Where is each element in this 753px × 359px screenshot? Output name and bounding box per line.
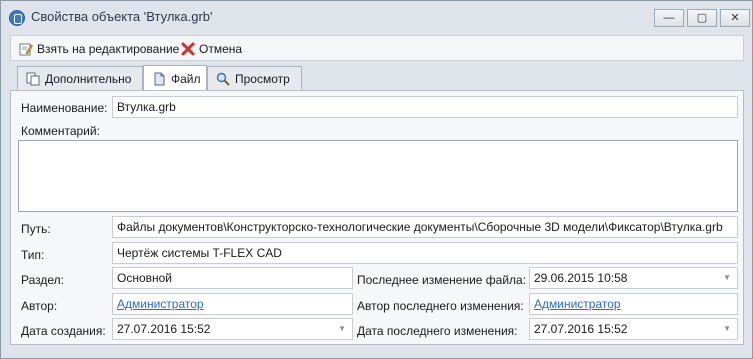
type-label: Тип:: [21, 248, 45, 262]
take-for-edit-button[interactable]: Взять на редактирование: [19, 40, 179, 58]
titlebar[interactable]: Свойства объекта 'Втулка.grb' — ▢ ✕: [1, 1, 752, 33]
last-change-author-link[interactable]: Администратор: [529, 293, 738, 315]
tab-file-label: Файл: [171, 71, 201, 86]
comment-label: Комментарий:: [21, 124, 100, 138]
last-change-date-value: 27.07.2016 15:52: [534, 322, 628, 336]
path-field[interactable]: Файлы документов\Конструкторско-технолог…: [112, 216, 738, 238]
last-file-change-value: 29.06.2015 10:58: [534, 271, 628, 285]
created-value: 27.07.2016 15:52: [117, 322, 211, 336]
cancel-button[interactable]: Отмена: [181, 40, 242, 58]
created-field[interactable]: 27.07.2016 15:52 ▼: [112, 318, 353, 340]
document-copy-icon: [26, 72, 40, 85]
tab-preview[interactable]: Просмотр: [207, 66, 302, 90]
window-title: Свойства объекта 'Втулка.grb': [31, 9, 213, 24]
created-label: Дата создания:: [21, 324, 106, 338]
app-icon: [9, 10, 25, 26]
type-field[interactable]: Чертёж системы T-FLEX CAD: [112, 242, 738, 264]
close-button[interactable]: ✕: [720, 9, 750, 27]
tab-additional-label: Дополнительно: [45, 71, 132, 86]
author-label: Автор:: [21, 299, 58, 313]
last-change-date-label: Дата последнего изменения:: [357, 324, 518, 338]
last-change-date-field[interactable]: 27.07.2016 15:52 ▼: [529, 318, 738, 340]
chevron-down-icon[interactable]: ▼: [338, 319, 346, 339]
file-icon: [154, 72, 165, 85]
last-file-change-label: Последнее изменение файла:: [357, 273, 527, 287]
cancel-label: Отмена: [199, 42, 243, 56]
name-field[interactable]: Втулка.grb: [112, 96, 738, 118]
file-tab-panel: Наименование: Втулка.grb Комментарий: Пу…: [10, 90, 744, 345]
red-cross-icon: [181, 42, 195, 56]
last-change-author-label: Автор последнего изменения:: [357, 299, 524, 313]
take-for-edit-label: Взять на редактирование: [37, 42, 180, 56]
minimize-button[interactable]: —: [654, 9, 684, 27]
last-file-change-field[interactable]: 29.06.2015 10:58 ▼: [529, 267, 738, 289]
toolbar: Взять на редактирование Отмена: [10, 35, 744, 61]
tab-additional[interactable]: Дополнительно: [17, 66, 143, 90]
properties-window: Свойства объекта 'Втулка.grb' — ▢ ✕ Взят…: [0, 0, 753, 359]
chevron-down-icon[interactable]: ▼: [723, 319, 731, 339]
maximize-button[interactable]: ▢: [687, 9, 717, 27]
tab-file[interactable]: Файл: [143, 65, 207, 91]
path-label: Путь:: [21, 222, 51, 236]
chevron-down-icon[interactable]: ▼: [723, 268, 731, 288]
edit-pencil-icon: [19, 43, 33, 56]
section-field[interactable]: Основной: [112, 267, 353, 289]
comment-textarea[interactable]: [18, 140, 738, 212]
section-label: Раздел:: [21, 273, 64, 287]
name-label: Наименование:: [21, 101, 108, 115]
author-link[interactable]: Администратор: [112, 293, 353, 315]
magnifier-icon: [216, 72, 230, 86]
tab-preview-label: Просмотр: [235, 71, 290, 86]
